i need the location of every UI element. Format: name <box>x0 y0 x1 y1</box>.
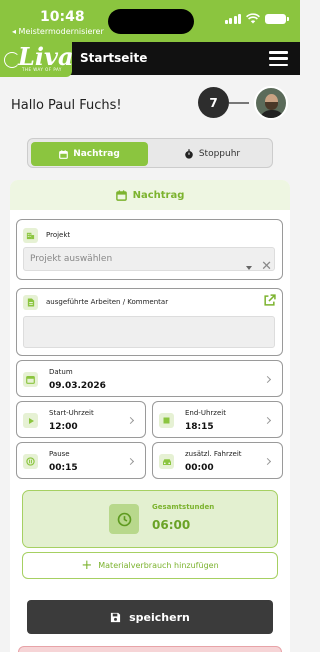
save-button[interactable]: speichern <box>27 600 273 634</box>
calendar-icon <box>115 189 127 201</box>
document-icon <box>23 295 38 310</box>
chevron-right-icon <box>263 457 272 466</box>
total-hours-box: Gesamtstunden 06:00 <box>22 490 278 548</box>
save-icon <box>111 612 121 622</box>
project-field: Projekt Projekt auswählen ✕ <box>16 219 283 280</box>
status-bar: 10:48 ◂ Meistermodernisierer <box>0 0 300 42</box>
date-value: 09.03.2026 <box>49 381 106 391</box>
date-field[interactable]: Datum 09.03.2026 <box>16 360 283 397</box>
end-time-field[interactable]: End-Uhrzeit 18:15 <box>152 401 283 438</box>
start-time-label: Start-Uhrzeit <box>49 409 94 417</box>
calendar-icon <box>59 149 69 159</box>
tab-stoppuhr[interactable]: Stoppuhr <box>154 142 270 166</box>
app-header: Liva THE WAY OF PAY Startseite <box>0 40 300 77</box>
project-select[interactable]: Projekt auswählen <box>23 247 275 271</box>
plus-icon: + <box>81 557 93 573</box>
hamburger-menu-icon[interactable] <box>269 51 288 66</box>
chevron-right-icon <box>126 457 135 466</box>
tab-stoppuhr-label: Stoppuhr <box>198 149 241 159</box>
car-icon <box>159 454 174 469</box>
add-material-label: Materialverbrauch hinzufügen <box>98 561 219 570</box>
clock-icon <box>109 504 139 534</box>
greeting-text: Hallo Paul Fuchs! <box>11 98 122 113</box>
stopwatch-icon <box>185 149 193 159</box>
wifi-icon <box>246 13 260 24</box>
calendar-icon <box>23 372 38 387</box>
avatar[interactable] <box>254 86 288 120</box>
pause-icon <box>23 454 38 469</box>
drive-time-label: zusätzl. Fahrzeit <box>185 450 242 458</box>
project-label: Projekt <box>46 231 71 239</box>
tab-nachtrag-label: Nachtrag <box>73 149 120 159</box>
pause-value: 00:15 <box>49 463 78 473</box>
play-icon <box>23 413 38 428</box>
logo[interactable]: Liva THE WAY OF PAY <box>0 40 74 77</box>
badge-connector <box>229 102 249 104</box>
drive-time-field[interactable]: zusätzl. Fahrzeit 00:00 <box>152 442 283 479</box>
dynamic-island <box>108 9 194 34</box>
comment-field: ausgeführte Arbeiten / Kommentar <box>16 288 283 356</box>
comment-label: ausgeführte Arbeiten / Kommentar <box>46 298 169 306</box>
pause-field[interactable]: Pause 00:15 <box>16 442 146 479</box>
form-section-header: Nachtrag <box>10 180 290 210</box>
end-time-label: End-Uhrzeit <box>185 409 226 417</box>
alert-strip <box>18 646 282 652</box>
save-button-label: speichern <box>129 610 190 624</box>
chevron-down-icon[interactable] <box>246 266 252 270</box>
end-time-value: 18:15 <box>185 422 214 432</box>
form-section-title: Nachtrag <box>132 189 185 201</box>
battery-icon <box>265 13 289 24</box>
tab-nachtrag[interactable]: Nachtrag <box>31 142 148 166</box>
total-hours-value: 06:00 <box>152 518 191 532</box>
clear-icon[interactable]: ✕ <box>261 260 272 274</box>
stop-icon <box>159 413 174 428</box>
comment-textarea[interactable] <box>23 316 275 348</box>
mode-tabs: Nachtrag Stoppuhr <box>27 138 273 168</box>
total-hours-label: Gesamtstunden <box>152 503 215 511</box>
pause-label: Pause <box>49 450 70 458</box>
open-external-icon[interactable] <box>263 294 276 307</box>
status-time: 10:48 <box>40 9 85 25</box>
signal-icon <box>224 13 241 24</box>
back-to-app-link[interactable]: ◂ Meistermodernisierer <box>12 27 104 36</box>
start-time-field[interactable]: Start-Uhrzeit 12:00 <box>16 401 146 438</box>
start-time-value: 12:00 <box>49 422 78 432</box>
chevron-right-icon <box>263 416 272 425</box>
status-icons <box>224 13 289 24</box>
page-title: Startseite <box>80 51 148 65</box>
chevron-right-icon <box>263 375 272 384</box>
chevron-right-icon <box>126 416 135 425</box>
drive-time-value: 00:00 <box>185 463 214 473</box>
nachtrag-form-card: Nachtrag Projekt Projekt auswählen ✕ aus… <box>10 180 290 652</box>
add-material-button[interactable]: + Materialverbrauch hinzufügen <box>22 552 278 579</box>
notification-badge[interactable]: 7 <box>198 87 229 118</box>
logo-tagline: THE WAY OF PAY <box>22 67 62 72</box>
building-icon <box>23 228 38 243</box>
date-label: Datum <box>49 368 73 376</box>
